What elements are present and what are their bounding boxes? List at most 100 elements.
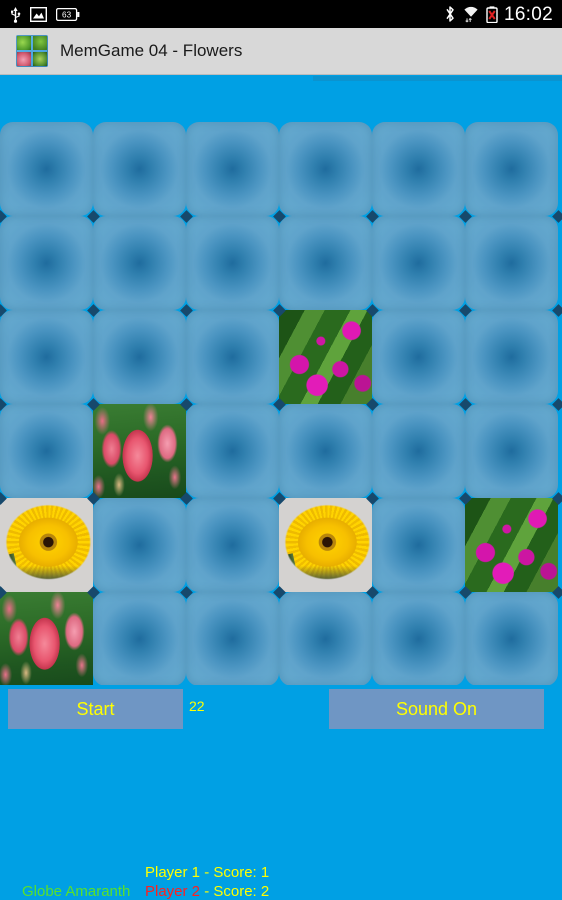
card-back <box>186 216 279 310</box>
card-face-yellow-gerbera <box>0 498 93 592</box>
card-back <box>465 216 558 310</box>
card-back <box>0 216 93 310</box>
flower-name-label: Globe Amaranth <box>22 883 131 900</box>
card-r2-c6[interactable] <box>465 216 558 310</box>
app-action-bar: MemGame 04 - Flowers <box>0 28 562 75</box>
sound-toggle-button[interactable]: Sound On <box>329 689 544 729</box>
card-back <box>93 310 186 404</box>
card-r6-c4[interactable] <box>279 592 372 685</box>
card-face-globe-amaranth <box>465 498 558 592</box>
card-r6-c5[interactable] <box>372 592 465 685</box>
card-r3-c5[interactable] <box>372 310 465 404</box>
card-r1-c5[interactable] <box>372 122 465 216</box>
card-r6-c1[interactable] <box>0 592 93 685</box>
card-r2-c3[interactable] <box>186 216 279 310</box>
card-r3-c6[interactable] <box>465 310 558 404</box>
card-face-globe-amaranth <box>279 310 372 404</box>
control-bar: Start 22 Sound On <box>0 685 562 733</box>
card-r3-c1[interactable] <box>0 310 93 404</box>
logo-tile-1 <box>17 36 31 50</box>
card-r1-c4[interactable] <box>279 122 372 216</box>
player1-score-label: Player 1 - Score: 1 <box>145 864 270 881</box>
card-back <box>0 122 93 216</box>
card-back <box>372 404 465 498</box>
card-r1-c3[interactable] <box>186 122 279 216</box>
card-back <box>186 404 279 498</box>
card-r4-c6[interactable] <box>465 404 558 498</box>
card-r2-c2[interactable] <box>93 216 186 310</box>
gerbera-background-mask <box>0 498 93 592</box>
card-back <box>186 498 279 592</box>
card-back <box>279 592 372 685</box>
horizontal-scrollbar[interactable] <box>313 76 562 81</box>
card-back <box>279 216 372 310</box>
card-r2-c1[interactable] <box>0 216 93 310</box>
card-back <box>372 592 465 685</box>
board-top-strip <box>0 76 562 122</box>
card-back <box>0 310 93 404</box>
card-r4-c3[interactable] <box>186 404 279 498</box>
card-back <box>279 404 372 498</box>
android-status-bar: 63 16:02 <box>0 0 562 28</box>
card-back <box>93 592 186 685</box>
card-r5-c6[interactable] <box>465 498 558 592</box>
card-face-pink-tulips <box>93 404 186 498</box>
card-r4-c5[interactable] <box>372 404 465 498</box>
app-logo-icon <box>16 35 48 67</box>
battery-error-icon <box>486 5 498 23</box>
card-r3-c3[interactable] <box>186 310 279 404</box>
card-face-pink-tulips <box>0 592 93 685</box>
card-back <box>372 122 465 216</box>
card-r6-c2[interactable] <box>93 592 186 685</box>
logo-tile-3 <box>17 52 31 66</box>
bluetooth-icon <box>444 5 456 23</box>
card-r3-c2[interactable] <box>93 310 186 404</box>
card-r3-c4[interactable] <box>279 310 372 404</box>
card-r5-c3[interactable] <box>186 498 279 592</box>
card-r5-c1[interactable] <box>0 498 93 592</box>
card-back <box>93 122 186 216</box>
logo-tile-4 <box>33 52 47 66</box>
card-back <box>186 310 279 404</box>
card-back <box>372 216 465 310</box>
battery-percent-icon: 63 <box>55 7 80 21</box>
card-r5-c5[interactable] <box>372 498 465 592</box>
card-back <box>93 216 186 310</box>
card-face-yellow-gerbera <box>279 498 372 592</box>
usb-icon <box>10 6 21 23</box>
card-r6-c6[interactable] <box>465 592 558 685</box>
card-back <box>93 498 186 592</box>
move-counter: 22 <box>189 698 205 714</box>
card-r1-c2[interactable] <box>93 122 186 216</box>
card-r1-c1[interactable] <box>0 122 93 216</box>
card-r1-c6[interactable] <box>465 122 558 216</box>
card-r6-c3[interactable] <box>186 592 279 685</box>
status-info-area: Globe Amaranth Player 1 - Score: 1 Playe… <box>0 733 562 900</box>
screenshot-image-icon <box>29 6 48 22</box>
card-back <box>465 404 558 498</box>
card-back <box>372 310 465 404</box>
card-r4-c1[interactable] <box>0 404 93 498</box>
card-back <box>465 310 558 404</box>
gerbera-background-mask <box>279 498 372 592</box>
card-back <box>186 592 279 685</box>
card-back <box>279 122 372 216</box>
player2-score-label: Player 2 - Score: 2 <box>145 883 269 900</box>
card-r4-c4[interactable] <box>279 404 372 498</box>
battery-percent-text: 63 <box>62 10 72 19</box>
card-back <box>186 122 279 216</box>
card-r5-c2[interactable] <box>93 498 186 592</box>
card-r5-c4[interactable] <box>279 498 372 592</box>
card-back <box>372 498 465 592</box>
wifi-icon <box>462 5 480 23</box>
app-title: MemGame 04 - Flowers <box>60 41 243 60</box>
logo-tile-2 <box>33 36 47 50</box>
start-button[interactable]: Start <box>8 689 183 729</box>
card-back <box>465 592 558 685</box>
card-back <box>465 122 558 216</box>
player2-name: Player 2 <box>145 883 201 900</box>
card-r4-c2[interactable] <box>93 404 186 498</box>
card-grid[interactable] <box>0 122 562 685</box>
card-r2-c4[interactable] <box>279 216 372 310</box>
card-r2-c5[interactable] <box>372 216 465 310</box>
